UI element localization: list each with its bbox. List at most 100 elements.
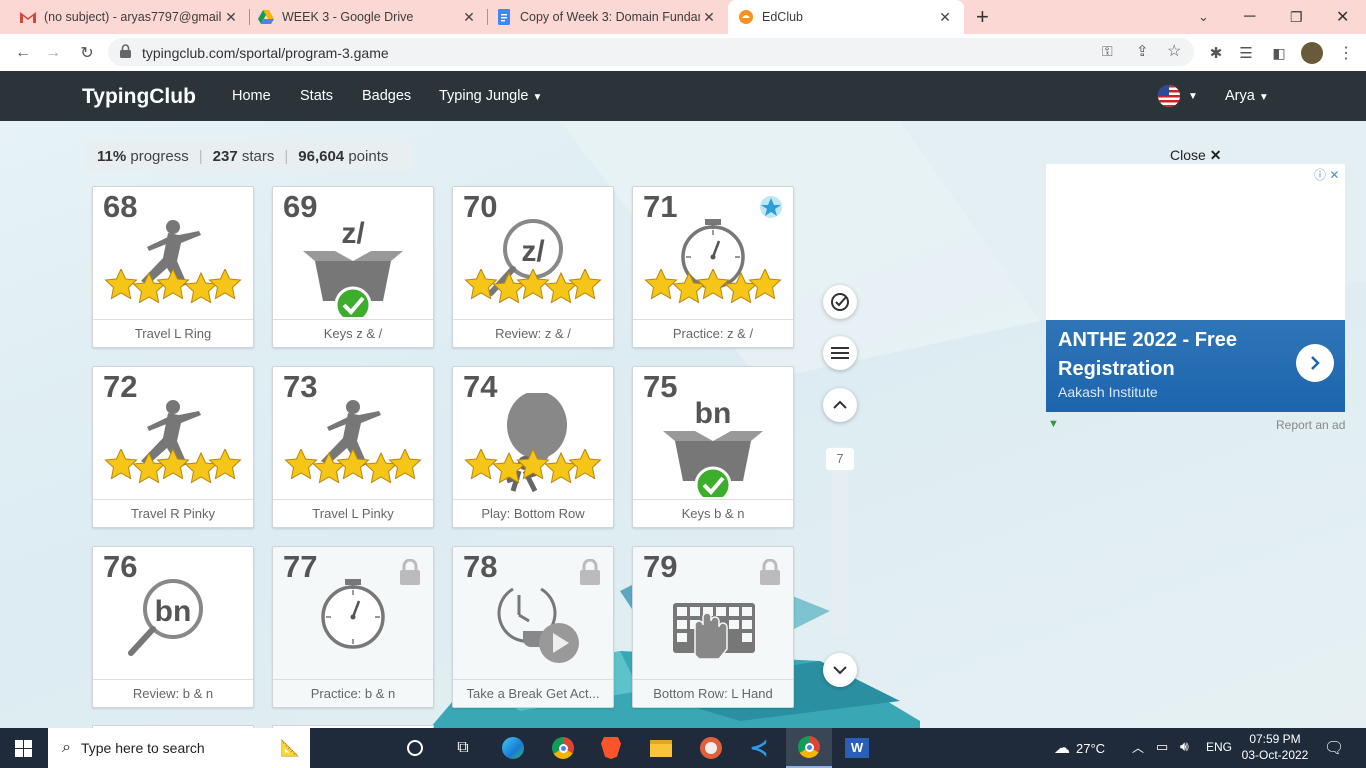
tab-divider bbox=[249, 9, 250, 25]
lesson-card[interactable]: 77 Practice: b & n bbox=[272, 546, 434, 708]
tab-title: EdClub bbox=[762, 10, 803, 24]
close-window-button[interactable]: ✕ bbox=[1336, 0, 1350, 34]
file-explorer-icon[interactable] bbox=[638, 728, 684, 768]
divider: | bbox=[198, 147, 203, 165]
scroll-position-indicator[interactable]: 7 bbox=[826, 448, 854, 470]
user-menu[interactable]: Arya ▼ bbox=[1225, 88, 1269, 104]
tab-gmail[interactable]: (no subject) - aryas7797@gmail.c ✕ bbox=[14, 0, 246, 34]
battery-icon[interactable]: ▭ bbox=[1156, 739, 1168, 755]
minimize-button[interactable]: ─ bbox=[1244, 0, 1258, 34]
lesson-scroll-track[interactable] bbox=[832, 446, 848, 636]
star-rating bbox=[644, 269, 782, 304]
scroll-down-button[interactable] bbox=[823, 653, 857, 687]
windows-start-button[interactable] bbox=[0, 728, 46, 768]
ad-choices-icon[interactable]: ▼ bbox=[1048, 418, 1059, 430]
ad-close-icon[interactable]: ✕ bbox=[1329, 168, 1339, 182]
lesson-card[interactable]: 68 Travel L Ring bbox=[92, 186, 254, 348]
nav-badges[interactable]: Badges bbox=[362, 88, 411, 104]
achievement-badge-icon bbox=[760, 196, 782, 218]
tray-chevron-up-icon[interactable]: ︿ bbox=[1132, 739, 1144, 756]
weather-widget[interactable]: ☁ 27°C bbox=[1054, 738, 1105, 758]
chevron-right-icon bbox=[1311, 356, 1320, 370]
system-clock[interactable]: 07:59 PM 03-Oct-2022 bbox=[1240, 731, 1310, 763]
completed-filter-button[interactable] bbox=[823, 285, 857, 319]
stars-label: stars bbox=[241, 147, 275, 165]
reload-icon[interactable]: ↻ bbox=[74, 40, 100, 66]
tab-edclub[interactable]: EdClub ✕ bbox=[728, 0, 964, 34]
lesson-title: Practice: z & / bbox=[633, 319, 793, 347]
lesson-card[interactable]: 72 Travel R Pinky bbox=[92, 366, 254, 528]
language-selector[interactable]: ▼ bbox=[1158, 85, 1198, 107]
lesson-card[interactable]: 74 Play: Bottom Row bbox=[452, 366, 614, 528]
lesson-card[interactable]: 79 Bottom Row: L Hand bbox=[632, 546, 794, 708]
tab-search-icon[interactable]: ⌄ bbox=[1198, 0, 1212, 34]
back-icon[interactable]: ← bbox=[10, 40, 36, 66]
typingclub-logo[interactable]: TypingClub bbox=[82, 85, 196, 109]
new-tab-button[interactable]: + bbox=[976, 0, 998, 34]
url-text: typingclub.com/sportal/program-3.game bbox=[142, 45, 389, 61]
chrome-icon[interactable] bbox=[540, 728, 586, 768]
lesson-card[interactable]: 71 Practice: z & / bbox=[632, 186, 794, 348]
lesson-card[interactable]: 75 bn Keys b & n bbox=[632, 366, 794, 528]
lesson-title: Bottom Row: L Hand bbox=[633, 679, 793, 707]
brave-icon[interactable] bbox=[588, 728, 634, 768]
nav-typing-jungle[interactable]: Typing Jungle ▼ bbox=[439, 88, 542, 104]
notifications-icon[interactable]: 🗨︎ bbox=[1324, 738, 1344, 758]
tab-google-drive[interactable]: WEEK 3 - Google Drive ✕ bbox=[252, 0, 484, 34]
windows-taskbar: ⌕ Type here to search 📐 ⧉ ≺ W ☁ 27°C ︿ ▭ … bbox=[0, 728, 1366, 768]
advertisement[interactable]: ⓘ ✕ ANTHE 2022 - Free Registration Aakas… bbox=[1046, 164, 1345, 412]
restore-button[interactable]: ❐ bbox=[1290, 0, 1304, 34]
divider: | bbox=[284, 147, 289, 165]
ad-title[interactable]: ANTHE 2022 - Free Registration bbox=[1058, 326, 1288, 384]
task-view-icon[interactable]: ⧉ bbox=[440, 728, 486, 768]
edge-icon[interactable] bbox=[490, 728, 536, 768]
close-tab-icon[interactable]: ✕ bbox=[936, 9, 954, 26]
ad-open-button[interactable] bbox=[1296, 344, 1334, 382]
ad-banner[interactable]: ANTHE 2022 - Free Registration Aakash In… bbox=[1046, 320, 1345, 412]
share-icon[interactable]: ⇪ bbox=[1136, 42, 1149, 60]
search-placeholder: Type here to search bbox=[80, 740, 205, 756]
star-rating bbox=[464, 269, 602, 304]
key-icon[interactable]: ⚿ bbox=[1102, 43, 1113, 60]
side-panel-icon[interactable]: ◧ bbox=[1266, 40, 1292, 66]
lesson-card[interactable]: 76 bn Review: b & n bbox=[92, 546, 254, 708]
lesson-card[interactable]: 70 z/Review: z & / bbox=[452, 186, 614, 348]
media-player-icon[interactable] bbox=[688, 728, 734, 768]
lesson-card[interactable]: 69 z/Keys z & / bbox=[272, 186, 434, 348]
browser-menu-icon[interactable]: ⋮ bbox=[1333, 40, 1359, 66]
cortana-icon[interactable] bbox=[392, 728, 438, 768]
lock-icon bbox=[400, 559, 420, 585]
address-bar[interactable]: typingclub.com/sportal/program-3.game ⚿ … bbox=[108, 38, 1194, 66]
close-tab-icon[interactable]: ✕ bbox=[460, 9, 478, 26]
media-queue-icon[interactable]: ☰ bbox=[1233, 40, 1259, 66]
nav-home[interactable]: Home bbox=[232, 88, 271, 104]
menu-button[interactable] bbox=[823, 336, 857, 370]
lesson-card[interactable]: 78 Take a Break Get Act... bbox=[452, 546, 614, 708]
lesson-title: Travel L Ring bbox=[93, 319, 253, 347]
extensions-icon[interactable]: ✱ bbox=[1203, 40, 1229, 66]
scroll-up-button[interactable] bbox=[823, 388, 857, 422]
taskbar-search-box[interactable]: ⌕ Type here to search 📐 bbox=[48, 728, 310, 768]
check-circle-icon bbox=[831, 293, 849, 311]
chrome-taskbar-active[interactable] bbox=[786, 728, 832, 768]
lesson-card[interactable]: 73 Travel L Pinky bbox=[272, 366, 434, 528]
ad-info-icon[interactable]: ⓘ ✕ bbox=[1314, 166, 1339, 183]
language-indicator[interactable]: ENG bbox=[1206, 740, 1232, 754]
vscode-icon[interactable]: ≺ bbox=[736, 728, 782, 768]
close-tab-icon[interactable]: ✕ bbox=[222, 9, 240, 26]
break-icon bbox=[497, 587, 579, 663]
clock-date: 03-Oct-2022 bbox=[1241, 748, 1309, 762]
lesson-keys: bn bbox=[694, 397, 732, 430]
lock-icon bbox=[120, 44, 131, 63]
bookmark-star-icon[interactable]: ☆ bbox=[1167, 41, 1181, 61]
tab-google-docs[interactable]: Copy of Week 3: Domain Fundam ✕ bbox=[490, 0, 724, 34]
profile-avatar[interactable] bbox=[1299, 40, 1325, 66]
volume-icon[interactable]: 🔊︎ bbox=[1180, 738, 1189, 755]
forward-icon[interactable]: → bbox=[40, 40, 66, 66]
close-tab-icon[interactable]: ✕ bbox=[700, 9, 718, 26]
word-icon[interactable]: W bbox=[834, 728, 880, 768]
report-ad-link[interactable]: Report an ad bbox=[1276, 418, 1345, 432]
tab-title: WEEK 3 - Google Drive bbox=[282, 10, 414, 24]
nav-stats[interactable]: Stats bbox=[300, 88, 333, 104]
close-ad-button[interactable]: Close ✕ bbox=[1170, 147, 1221, 164]
